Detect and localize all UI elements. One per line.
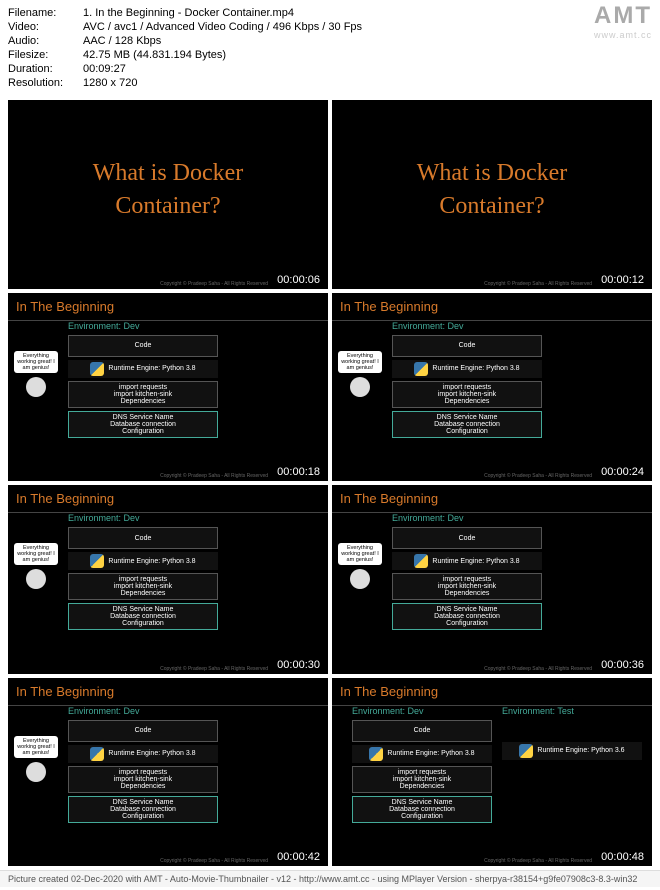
copyright-text: Copyright © Pradeep Saha - All Rights Re… [160, 473, 268, 479]
python-icon [414, 554, 428, 568]
env-label-dev: Environment: Dev [352, 706, 492, 716]
thumbnail-5: In The Beginning Everything working grea… [8, 485, 328, 674]
dependencies-box: import requestsimport kitchen-sinkDepend… [392, 573, 542, 600]
thumbnail-grid: What is DockerContainer? Copyright © Prad… [0, 96, 660, 870]
label-filesize: Filesize: [8, 48, 83, 62]
code-box: Code [392, 527, 542, 549]
logo-url: www.amt.cc [594, 30, 652, 40]
value-filename: 1. In the Beginning - Docker Container.m… [83, 6, 652, 20]
runtime-box: Runtime Engine: Python 3.8 [392, 360, 542, 378]
thumbnail-6: In The Beginning Everything working grea… [332, 485, 652, 674]
code-box: Code [68, 335, 218, 357]
slide-header: In The Beginning [332, 293, 652, 321]
dependencies-box: import requestsimport kitchen-sinkDepend… [392, 381, 542, 408]
slide-header: In The Beginning [8, 293, 328, 321]
dependencies-box: import requestsimport kitchen-sinkDepend… [352, 766, 492, 793]
python-icon [414, 362, 428, 376]
developer-avatar: Everything working great! I am genius! [14, 736, 58, 782]
timestamp: 00:00:30 [273, 658, 324, 672]
copyright-text: Copyright © Pradeep Saha - All Rights Re… [484, 473, 592, 479]
amt-logo: AMT www.amt.cc [594, 2, 652, 40]
configuration-box: DNS Service NameDatabase connectionConfi… [392, 411, 542, 438]
python-icon [369, 747, 383, 761]
python-icon [90, 554, 104, 568]
configuration-box: DNS Service NameDatabase connectionConfi… [392, 603, 542, 630]
value-filesize: 42.75 MB (44.831.194 Bytes) [83, 48, 652, 62]
copyright-text: Copyright © Pradeep Saha - All Rights Re… [160, 666, 268, 672]
dependencies-box: import requestsimport kitchen-sinkDepend… [68, 381, 218, 408]
code-box: Code [392, 335, 542, 357]
label-duration: Duration: [8, 62, 83, 76]
env-label: Environment: Dev [392, 513, 542, 523]
footer-text: Picture created 02-Dec-2020 with AMT - A… [0, 870, 660, 887]
timestamp: 00:00:06 [273, 273, 324, 287]
value-video: AVC / avc1 / Advanced Video Coding / 496… [83, 20, 652, 34]
logo-text: AMT [594, 2, 652, 30]
timestamp: 00:00:48 [597, 850, 648, 864]
label-audio: Audio: [8, 34, 83, 48]
label-video: Video: [8, 20, 83, 34]
value-resolution: 1280 x 720 [83, 76, 652, 90]
env-label: Environment: Dev [68, 513, 218, 523]
timestamp: 00:00:36 [597, 658, 648, 672]
label-filename: Filename: [8, 6, 83, 20]
thumbnail-1: What is DockerContainer? Copyright © Prad… [8, 100, 328, 289]
dependencies-box: import requestsimport kitchen-sinkDepend… [68, 573, 218, 600]
env-label: Environment: Dev [68, 706, 218, 716]
timestamp: 00:00:12 [597, 273, 648, 287]
developer-avatar: Everything working great! I am genius! [338, 543, 382, 589]
slide-header: In The Beginning [332, 485, 652, 513]
slide-title: What is DockerContainer? [332, 157, 652, 224]
slide-header: In The Beginning [8, 678, 328, 706]
developer-avatar: Everything working great! I am genius! [14, 351, 58, 397]
thumbnail-4: In The Beginning Everything working grea… [332, 293, 652, 482]
developer-avatar: Everything working great! I am genius! [338, 351, 382, 397]
configuration-box: DNS Service NameDatabase connectionConfi… [352, 796, 492, 823]
value-duration: 00:09:27 [83, 62, 652, 76]
label-resolution: Resolution: [8, 76, 83, 90]
copyright-text: Copyright © Pradeep Saha - All Rights Re… [160, 281, 268, 287]
env-label-test: Environment: Test [502, 706, 642, 716]
env-label: Environment: Dev [392, 321, 542, 331]
python-icon [90, 362, 104, 376]
code-box: Code [352, 720, 492, 742]
runtime-box: Runtime Engine: Python 3.8 [68, 552, 218, 570]
thumbnail-2: What is DockerContainer? Copyright © Prad… [332, 100, 652, 289]
slide-title: What is DockerContainer? [8, 157, 328, 224]
configuration-box: DNS Service NameDatabase connectionConfi… [68, 796, 218, 823]
dependencies-box: import requestsimport kitchen-sinkDepend… [68, 766, 218, 793]
code-box: Code [68, 527, 218, 549]
thumbnail-8: In The Beginning Environment: Dev Code R… [332, 678, 652, 867]
thumbnail-7: In The Beginning Everything working grea… [8, 678, 328, 867]
env-label: Environment: Dev [68, 321, 218, 331]
runtime-box: Runtime Engine: Python 3.8 [68, 360, 218, 378]
copyright-text: Copyright © Pradeep Saha - All Rights Re… [484, 858, 592, 864]
slide-header: In The Beginning [8, 485, 328, 513]
python-icon [90, 747, 104, 761]
copyright-text: Copyright © Pradeep Saha - All Rights Re… [160, 858, 268, 864]
timestamp: 00:00:42 [273, 850, 324, 864]
configuration-box: DNS Service NameDatabase connectionConfi… [68, 603, 218, 630]
configuration-box: DNS Service NameDatabase connectionConfi… [68, 411, 218, 438]
runtime-box: Runtime Engine: Python 3.8 [352, 745, 492, 763]
value-audio: AAC / 128 Kbps [83, 34, 652, 48]
thumbnail-3: In The Beginning Everything working grea… [8, 293, 328, 482]
slide-header: In The Beginning [332, 678, 652, 706]
metadata-header: Filename: Video: Audio: Filesize: Durati… [0, 0, 660, 96]
python-icon [519, 744, 533, 758]
copyright-text: Copyright © Pradeep Saha - All Rights Re… [484, 666, 592, 672]
runtime-box: Runtime Engine: Python 3.8 [392, 552, 542, 570]
developer-avatar: Everything working great! I am genius! [14, 543, 58, 589]
runtime-box: Runtime Engine: Python 3.8 [68, 745, 218, 763]
runtime-box-test: Runtime Engine: Python 3.6 [502, 742, 642, 760]
copyright-text: Copyright © Pradeep Saha - All Rights Re… [484, 281, 592, 287]
timestamp: 00:00:24 [597, 465, 648, 479]
timestamp: 00:00:18 [273, 465, 324, 479]
code-box: Code [68, 720, 218, 742]
